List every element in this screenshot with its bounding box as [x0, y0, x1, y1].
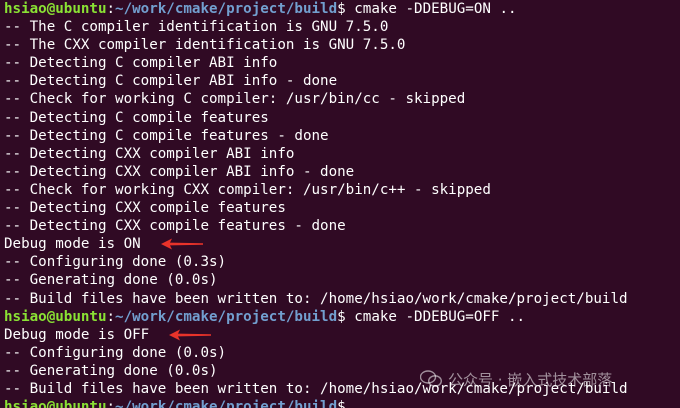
output-text: -- Detecting C compile features - done	[4, 127, 329, 144]
output-text: Debug mode is OFF	[4, 326, 150, 343]
prompt-user: hsiao@ubuntu	[4, 1, 107, 17]
output-text: -- Detecting CXX compile features	[4, 200, 286, 217]
output-text: -- Configuring done (0.3s)	[4, 254, 227, 271]
output-text: -- Detecting CXX compile features - done	[4, 218, 346, 235]
output-line: -- Detecting C compile features - done	[4, 127, 680, 145]
prompt-path: ~/work/cmake/project/build	[115, 1, 338, 17]
output-line: -- Detecting CXX compile features - done	[4, 217, 680, 235]
output-line: -- Build files have been written to: /ho…	[4, 290, 680, 308]
output-line: Debug mode is ON	[4, 235, 680, 253]
prompt-path: ~/work/cmake/project/build	[115, 308, 338, 325]
red-arrow-icon	[169, 329, 211, 341]
prompt-dollar: $	[337, 1, 355, 17]
output-line: -- The CXX compiler identification is GN…	[4, 36, 680, 54]
output-text: Debug mode is ON	[4, 236, 141, 253]
terminal-output[interactable]: hsiao@ubuntu:~/work/cmake/project/build$…	[0, 0, 680, 408]
command-text: cmake -DDEBUG=OFF ..	[354, 308, 526, 325]
output-text: -- Detecting C compiler ABI info - done	[4, 73, 338, 90]
output-line: -- Check for working CXX compiler: /usr/…	[4, 181, 680, 199]
wechat-logo-icon	[420, 370, 442, 387]
output-line: -- The C compiler identification is GNU …	[4, 18, 680, 36]
command-text: cmake -DDEBUG=ON ..	[354, 1, 517, 17]
output-text: -- Detecting C compile features	[4, 109, 269, 126]
prompt-line: hsiao@ubuntu:~/work/cmake/project/build$	[4, 398, 680, 408]
output-line: -- Generating done (0.0s)	[4, 271, 680, 289]
output-text: -- Generating done (0.0s)	[4, 272, 218, 289]
output-text: -- The CXX compiler identification is GN…	[4, 37, 406, 54]
output-line: -- Detecting C compiler ABI info - done	[4, 72, 680, 90]
output-text: -- Configuring done (0.0s)	[4, 344, 227, 361]
output-line: -- Detecting CXX compile features	[4, 199, 680, 217]
red-arrow-icon	[161, 238, 203, 250]
prompt-dollar: $	[337, 399, 355, 408]
output-text: -- Detecting C compiler ABI info	[4, 55, 278, 72]
output-line: Debug mode is OFF	[4, 326, 680, 344]
output-line: -- Configuring done (0.3s)	[4, 253, 680, 271]
prompt-separator: :	[106, 1, 116, 17]
prompt-dollar: $	[337, 308, 355, 325]
output-line: -- Configuring done (0.0s)	[4, 344, 680, 362]
output-line: -- Detecting CXX compiler ABI info	[4, 145, 680, 163]
watermark: 公众号 · 嵌入式技术部落	[420, 368, 612, 390]
output-line: -- Detecting C compile features	[4, 109, 680, 127]
watermark-text: 公众号 · 嵌入式技术部落	[448, 370, 613, 389]
output-text: -- Detecting CXX compiler ABI info - don…	[4, 163, 355, 180]
prompt-separator: :	[106, 308, 116, 325]
output-text: -- Detecting CXX compiler ABI info	[4, 145, 295, 162]
output-text: -- The C compiler identification is GNU …	[4, 19, 389, 36]
output-text: -- Check for working CXX compiler: /usr/…	[4, 181, 491, 198]
prompt-path: ~/work/cmake/project/build	[115, 399, 338, 408]
output-text: -- Generating done (0.0s)	[4, 362, 218, 379]
prompt-user: hsiao@ubuntu	[4, 308, 107, 325]
prompt-user: hsiao@ubuntu	[4, 399, 107, 408]
output-text: -- Build files have been written to: /ho…	[4, 290, 628, 307]
prompt-line: hsiao@ubuntu:~/work/cmake/project/build$…	[4, 0, 680, 18]
prompt-line: hsiao@ubuntu:~/work/cmake/project/build$…	[4, 308, 680, 326]
output-line: -- Detecting CXX compiler ABI info - don…	[4, 163, 680, 181]
output-text: -- Check for working C compiler: /usr/bi…	[4, 91, 466, 108]
prompt-separator: :	[106, 399, 116, 408]
output-line: -- Detecting C compiler ABI info	[4, 54, 680, 72]
output-line: -- Check for working C compiler: /usr/bi…	[4, 90, 680, 108]
